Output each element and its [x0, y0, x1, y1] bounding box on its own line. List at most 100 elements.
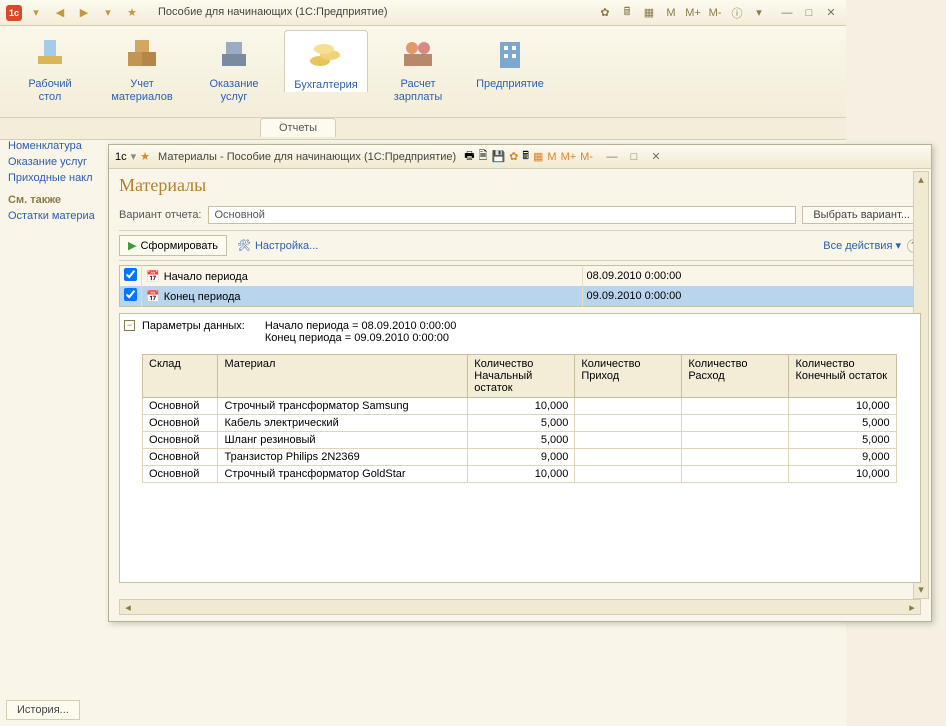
- calculator-icon[interactable]: 🖩: [618, 5, 636, 21]
- cell-initial: 9,000: [468, 449, 575, 466]
- cell-final: 10,000: [789, 466, 896, 483]
- cell-in: [575, 398, 682, 415]
- scroll-right-icon[interactable]: ▸: [904, 601, 920, 614]
- ribbon-item[interactable]: Бухгалтерия: [284, 30, 368, 92]
- scroll-up-icon[interactable]: ▴: [918, 172, 924, 188]
- params-line: Конец периода = 09.09.2010 0:00:00: [265, 332, 456, 344]
- cell-initial: 5,000: [468, 432, 575, 449]
- favorites-icon[interactable]: ✿: [596, 5, 614, 21]
- ribbon-item[interactable]: Оказаниеуслуг: [192, 30, 276, 104]
- ribbon-item[interactable]: Расчетзарплаты: [376, 30, 460, 104]
- cell-sklad: Основной: [143, 432, 218, 449]
- calendar-icon: 📅: [146, 291, 160, 303]
- mplus-indicator[interactable]: M+: [561, 151, 577, 163]
- report-window: 1c ▾ ★ Материалы - Пособие для начинающи…: [108, 144, 932, 622]
- settings-link[interactable]: 🛠Настройка...: [237, 239, 318, 252]
- building-icon: [490, 34, 530, 74]
- generate-button[interactable]: ▶Сформировать: [119, 235, 227, 256]
- period-row[interactable]: 📅Конец периода09.09.2010 0:00:00: [120, 286, 921, 307]
- minimize-button[interactable]: —: [603, 149, 621, 165]
- cell-sklad: Основной: [143, 466, 218, 483]
- cell-sklad: Основной: [143, 398, 218, 415]
- ribbon-label: Предприятие: [468, 78, 552, 91]
- table-row[interactable]: ОсновнойТранзистор Philips 2N23699,0009,…: [143, 449, 897, 466]
- scroll-left-icon[interactable]: ◂: [120, 601, 136, 614]
- horizontal-scrollbar[interactable]: ◂ ▸: [119, 599, 921, 615]
- close-button[interactable]: ✕: [822, 5, 840, 21]
- save-icon[interactable]: 💾: [491, 150, 505, 163]
- window-title: Пособие для начинающих (1С:Предприятие): [152, 0, 394, 26]
- sidebar-link[interactable]: Номенклатура: [8, 140, 102, 152]
- dropdown-icon[interactable]: ▾: [131, 150, 137, 163]
- cell-out: [682, 432, 789, 449]
- sidebar: КлиентыНоменклатураОказание услугПриходн…: [0, 118, 110, 726]
- back-button[interactable]: ◀: [50, 4, 70, 22]
- cell-material: Транзистор Philips 2N2369: [218, 449, 468, 466]
- desk-icon: [30, 34, 70, 74]
- ribbon-item[interactable]: Рабочийстол: [8, 30, 92, 104]
- column-header: Количество Начальный остаток: [468, 355, 575, 398]
- mminus-indicator: M-: [706, 5, 724, 21]
- dropdown-icon[interactable]: ▾: [26, 4, 46, 22]
- maximize-button[interactable]: □: [625, 149, 643, 165]
- sidebar-link[interactable]: Остатки материа: [8, 210, 102, 222]
- all-actions-link[interactable]: Все действия ▾: [823, 239, 901, 252]
- table-row[interactable]: ОсновнойСтрочный трансформатор GoldStar1…: [143, 466, 897, 483]
- calendar-icon[interactable]: ▦: [640, 5, 658, 21]
- period-row[interactable]: 📅Начало периода08.09.2010 0:00:00: [120, 266, 921, 287]
- scroll-down-icon[interactable]: ▾: [918, 582, 924, 598]
- sidebar-link[interactable]: Оказание услуг: [8, 156, 102, 168]
- column-header: Количество Приход: [575, 355, 682, 398]
- variant-input[interactable]: [208, 206, 797, 224]
- cell-out: [682, 466, 789, 483]
- dropdown-icon[interactable]: ▾: [98, 4, 118, 22]
- table-row[interactable]: ОсновнойКабель электрический5,0005,000: [143, 415, 897, 432]
- cell-final: 5,000: [789, 415, 896, 432]
- dropdown-icon[interactable]: ▾: [750, 5, 768, 21]
- print-icon[interactable]: 🖶: [464, 147, 474, 166]
- ribbon-label: Учетматериалов: [100, 78, 184, 104]
- maximize-button[interactable]: □: [800, 5, 818, 21]
- boxes-icon: [122, 34, 162, 74]
- sidebar-link[interactable]: Приходные накл: [8, 172, 102, 184]
- cell-out: [682, 449, 789, 466]
- tab-reports[interactable]: Отчеты: [260, 118, 336, 137]
- table-row[interactable]: ОсновнойСтрочный трансформатор Samsung10…: [143, 398, 897, 415]
- m-indicator[interactable]: M: [547, 151, 556, 163]
- history-button[interactable]: История...: [6, 700, 80, 720]
- star-icon[interactable]: ★: [122, 4, 142, 22]
- mminus-indicator[interactable]: M-: [580, 151, 593, 163]
- ribbon-item[interactable]: Предприятие: [468, 30, 552, 91]
- table-row[interactable]: ОсновнойШланг резиновый5,0005,000: [143, 432, 897, 449]
- period-checkbox[interactable]: [124, 268, 137, 281]
- preview-icon[interactable]: 🗎: [479, 147, 488, 166]
- forward-button[interactable]: ▶: [74, 4, 94, 22]
- ribbon-label: Оказаниеуслуг: [192, 78, 276, 104]
- period-checkbox[interactable]: [124, 288, 137, 301]
- mplus-indicator: M+: [684, 5, 702, 21]
- variant-label: Вариант отчета:: [119, 209, 202, 221]
- calculator-icon[interactable]: 🖩: [522, 147, 529, 166]
- ribbon-item[interactable]: Учетматериалов: [100, 30, 184, 104]
- collapse-toggle[interactable]: −: [124, 320, 135, 331]
- info-icon[interactable]: ⓘ: [728, 5, 746, 21]
- favorites-icon[interactable]: ✿: [509, 150, 518, 163]
- minimize-button[interactable]: —: [778, 5, 796, 21]
- cell-out: [682, 415, 789, 432]
- coins-icon: [306, 35, 346, 75]
- star-icon[interactable]: ★: [140, 150, 150, 163]
- tab-strip: Отчеты: [0, 118, 846, 140]
- settings-icon: 🛠: [237, 239, 251, 252]
- cell-initial: 5,000: [468, 415, 575, 432]
- cell-initial: 10,000: [468, 466, 575, 483]
- choose-variant-button[interactable]: Выбрать вариант...: [802, 206, 921, 224]
- calendar-icon[interactable]: ▦: [533, 150, 543, 163]
- cell-initial: 10,000: [468, 398, 575, 415]
- column-header: Количество Расход: [682, 355, 789, 398]
- cell-final: 5,000: [789, 432, 896, 449]
- close-button[interactable]: ✕: [647, 149, 665, 165]
- column-header: Количество Конечный остаток: [789, 355, 896, 398]
- cell-sklad: Основной: [143, 449, 218, 466]
- cell-in: [575, 449, 682, 466]
- cell-final: 9,000: [789, 449, 896, 466]
